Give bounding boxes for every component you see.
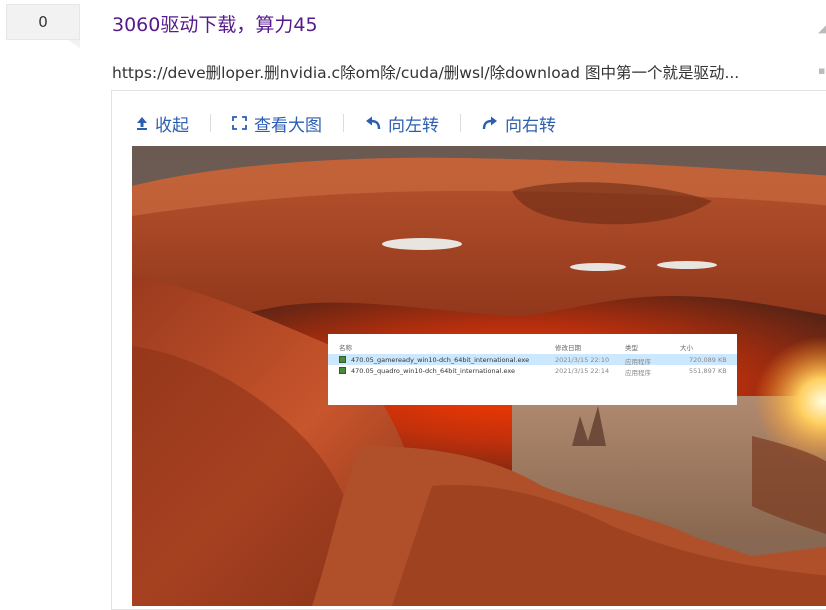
- column-type-header[interactable]: 类型: [625, 342, 638, 352]
- expand-corners-icon: [232, 116, 247, 130]
- toolbar-divider: [210, 114, 211, 132]
- exe-file-icon: [339, 356, 346, 363]
- screenshot-image[interactable]: 名称 修改日期 类型 大小 470.05_gameready_win10-dch…: [132, 146, 826, 606]
- image-viewer-panel: 收起 查看大图 向左转 向右转 名称 修改日期 类型 大小 470.05_gam…: [111, 90, 826, 610]
- vote-count-box[interactable]: 0: [6, 4, 80, 40]
- result-snippet: https://deve删loper.删nvidia.c除om除/cuda/删w…: [112, 64, 740, 82]
- image-toolbar: 收起 查看大图 向左转 向右转: [136, 111, 556, 136]
- file-name: 470.05_gameready_win10-dch_64bit_interna…: [351, 356, 530, 364]
- collapse-button[interactable]: 收起: [136, 111, 189, 136]
- toolbar-divider: [343, 114, 344, 132]
- file-size: 551,897 KB: [689, 367, 727, 375]
- file-explorer-window: 名称 修改日期 类型 大小 470.05_gameready_win10-dch…: [328, 334, 737, 405]
- rotate-left-label: 向左转: [388, 115, 439, 136]
- column-name-header[interactable]: 名称: [339, 342, 352, 352]
- file-row[interactable]: 470.05_quadro_win10-dch_64bit_internatio…: [328, 365, 737, 377]
- edge-mark-icon: ▪: [818, 64, 826, 77]
- rotate-left-icon: [366, 116, 381, 130]
- exe-file-icon: [339, 367, 346, 374]
- toolbar-divider: [460, 114, 461, 132]
- vote-count: 0: [38, 13, 48, 31]
- view-large-button[interactable]: 查看大图: [232, 111, 322, 136]
- vote-box-tail: [68, 40, 80, 48]
- rotate-right-icon: [482, 116, 497, 130]
- file-size: 720,089 KB: [689, 356, 727, 364]
- view-large-label: 查看大图: [254, 115, 322, 136]
- rotate-left-button[interactable]: 向左转: [365, 111, 439, 136]
- rotate-right-button[interactable]: 向右转: [482, 111, 556, 136]
- file-list-header: 名称 修改日期 类型 大小: [328, 334, 737, 354]
- collapse-label: 收起: [155, 115, 189, 136]
- file-date: 2021/3/15 22:14: [555, 367, 610, 375]
- file-date: 2021/3/15 22:10: [555, 356, 610, 364]
- rotate-right-label: 向右转: [505, 115, 556, 136]
- file-type: 应用程序: [625, 369, 651, 377]
- collapse-arrow-icon: [137, 117, 147, 130]
- file-name: 470.05_quadro_win10-dch_64bit_internatio…: [351, 367, 516, 375]
- column-size-header[interactable]: 大小: [680, 342, 693, 352]
- edge-mark-icon: ◢: [818, 22, 826, 35]
- file-row[interactable]: 470.05_gameready_win10-dch_64bit_interna…: [328, 354, 737, 366]
- column-date-header[interactable]: 修改日期: [555, 342, 581, 352]
- result-title-link[interactable]: 3060驱动下载，算力45: [112, 10, 318, 37]
